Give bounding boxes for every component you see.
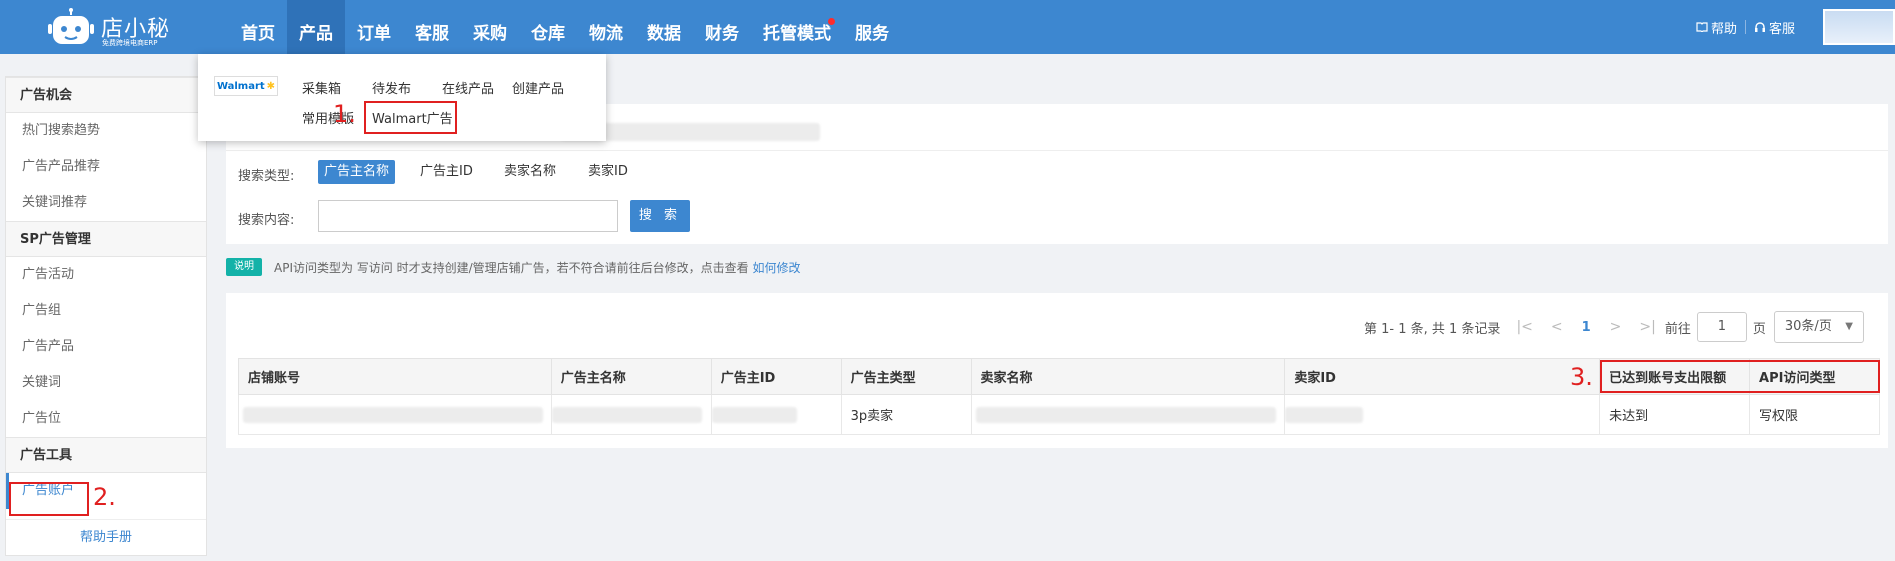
col-seller-name[interactable]: 卖家名称 <box>970 358 1286 395</box>
current-page[interactable]: 1 <box>1582 320 1591 335</box>
col-seller-id[interactable]: 卖家ID <box>1284 358 1601 395</box>
highlight-box-columns <box>1600 360 1880 393</box>
search-button[interactable]: 搜 索 <box>630 200 690 232</box>
cell-advertiser-type: 3p卖家 <box>840 394 972 435</box>
notice-body: API访问类型为 写访问 时才支持创建/管理店铺广告，若不符合请前往后台修改，点… <box>274 261 749 275</box>
sidebar-item-placements[interactable]: 广告位 <box>6 401 206 437</box>
user-avatar[interactable] <box>1823 9 1895 45</box>
redacted-value <box>1285 407 1364 423</box>
notice-tag: 说明 <box>226 258 262 276</box>
redacted-value <box>551 407 702 423</box>
cell-spend-limit-status: 未达到 <box>1599 394 1751 435</box>
nav-item-finance[interactable]: 财务 <box>693 0 751 54</box>
col-advertiser-id[interactable]: 广告主ID <box>710 358 842 395</box>
sidebar-item-ad-groups[interactable]: 广告组 <box>6 293 206 329</box>
nav-item-data[interactable]: 数据 <box>635 0 693 54</box>
search-type-seller-name[interactable]: 卖家名称 <box>498 160 562 184</box>
top-right-tools: 帮助 客服 <box>1688 0 1895 54</box>
cell-advertiser-name <box>550 394 712 435</box>
last-page-icon[interactable]: >| <box>1639 319 1655 335</box>
redacted-value <box>975 407 1276 423</box>
cell-advertiser-id <box>710 394 842 435</box>
search-type-label: 搜索类型: <box>238 169 295 184</box>
redacted-value <box>711 407 797 423</box>
nav-item-warehouse[interactable]: 仓库 <box>519 0 577 54</box>
menu-item-pending-publish[interactable]: 待发布 <box>372 78 411 97</box>
how-to-modify-link[interactable]: 如何修改 <box>753 261 801 275</box>
goto-page-input[interactable]: 1 <box>1696 312 1747 342</box>
sidebar-item-keywords[interactable]: 关键词 <box>6 365 206 401</box>
nav-item-home[interactable]: 首页 <box>229 0 287 54</box>
pagination: 第 1- 1 条, 共 1 条记录 |< < 1 > >| 前往 1 页 30条… <box>1364 311 1864 343</box>
robot-logo-icon <box>48 8 94 44</box>
help-link[interactable]: 帮助 <box>1688 18 1745 37</box>
sidebar-item-ad-products[interactable]: 广告产品 <box>6 329 206 365</box>
goto-label: 前往 <box>1664 321 1691 337</box>
sidebar-item-hot-search-trends[interactable]: 热门搜索趋势 <box>6 113 206 149</box>
nav-item-service[interactable]: 服务 <box>843 0 901 54</box>
service-link[interactable]: 客服 <box>1746 18 1803 37</box>
sidebar-group-sp-ad-management: SP广告管理 <box>6 221 206 257</box>
main-nav: 首页 产品 订单 客服 采购 仓库 物流 数据 财务 托管模式 服务 <box>229 0 901 54</box>
brand-logo[interactable]: 店小秘 免费跨境电商ERP <box>48 2 178 52</box>
cell-seller-name <box>970 394 1286 435</box>
pagination-summary: 第 1- 1 条, 共 1 条记录 <box>1364 321 1501 337</box>
search-type-seller-id[interactable]: 卖家ID <box>582 160 634 184</box>
prev-page-icon[interactable]: < <box>1551 319 1563 335</box>
book-icon <box>1696 22 1708 32</box>
search-type-advertiser-name[interactable]: 广告主名称 <box>318 160 396 184</box>
page-unit: 页 <box>1752 321 1766 337</box>
col-advertiser-type[interactable]: 广告主类型 <box>840 358 972 395</box>
nav-item-customer-service[interactable]: 客服 <box>403 0 461 54</box>
brand-subtitle: 免费跨境电商ERP <box>102 39 158 47</box>
first-page-icon[interactable]: |< <box>1516 319 1532 335</box>
sidebar-item-campaigns[interactable]: 广告活动 <box>6 257 206 293</box>
menu-item-collection-box[interactable]: 采集箱 <box>302 78 341 97</box>
cell-seller-id <box>1284 394 1601 435</box>
search-content-label: 搜索内容: <box>238 213 295 228</box>
step-label-2: 2. <box>93 483 116 511</box>
next-page-icon[interactable]: > <box>1610 319 1622 335</box>
search-type-advertiser-id[interactable]: 广告主ID <box>414 160 479 184</box>
step-label-1: 1. <box>333 100 356 128</box>
highlight-box-ad-accounts <box>9 482 89 516</box>
top-navbar: 店小秘 免费跨境电商ERP 首页 产品 订单 客服 采购 仓库 物流 数据 财务… <box>0 0 1895 54</box>
notice-text: API访问类型为 写访问 时才支持创建/管理店铺广告，若不符合请前往后台修改，点… <box>274 259 801 276</box>
headset-icon <box>1754 21 1765 32</box>
walmart-logo[interactable]: Walmart ✱ <box>214 76 278 96</box>
nav-item-logistics[interactable]: 物流 <box>577 0 635 54</box>
service-label: 客服 <box>1768 21 1795 37</box>
sidebar-group-ad-tools: 广告工具 <box>6 437 206 473</box>
chevron-down-icon: ▼ <box>1845 321 1853 332</box>
nav-item-hosting-mode-label: 托管模式 <box>763 24 831 44</box>
nav-item-purchase[interactable]: 采购 <box>461 0 519 54</box>
help-manual-link[interactable]: 帮助手册 <box>6 519 206 555</box>
nav-item-hosting-mode[interactable]: 托管模式 <box>751 0 843 54</box>
col-advertiser-name[interactable]: 广告主名称 <box>550 358 712 395</box>
walmart-logo-text: Walmart <box>216 80 265 92</box>
page-size-value: 30条/页 <box>1784 319 1832 334</box>
sidebar-item-keyword-recommend[interactable]: 关键词推荐 <box>6 185 206 221</box>
menu-item-online-products[interactable]: 在线产品 <box>442 78 494 97</box>
nav-item-product[interactable]: 产品 <box>287 0 345 54</box>
cell-store-account <box>238 394 552 435</box>
menu-item-create-product[interactable]: 创建产品 <box>512 78 564 97</box>
divider <box>226 150 1888 151</box>
cell-api-access-type: 写权限 <box>1749 394 1880 435</box>
page-size-select[interactable]: 30条/页 ▼ <box>1773 311 1864 343</box>
nav-item-orders[interactable]: 订单 <box>345 0 403 54</box>
table-row[interactable]: 3p卖家 未达到 写权限 <box>238 394 1880 435</box>
sidebar-item-ad-product-recommend[interactable]: 广告产品推荐 <box>6 149 206 185</box>
sidebar-group-ad-opportunity: 广告机会 <box>6 77 206 113</box>
step-label-3: 3. <box>1570 363 1593 391</box>
search-input[interactable] <box>318 200 618 232</box>
redacted-value <box>243 407 543 423</box>
notification-dot <box>828 18 835 25</box>
col-store-account[interactable]: 店铺账号 <box>238 358 552 395</box>
help-label: 帮助 <box>1710 21 1737 37</box>
spark-icon: ✱ <box>266 80 276 92</box>
highlight-box-walmart-ads <box>364 101 457 134</box>
